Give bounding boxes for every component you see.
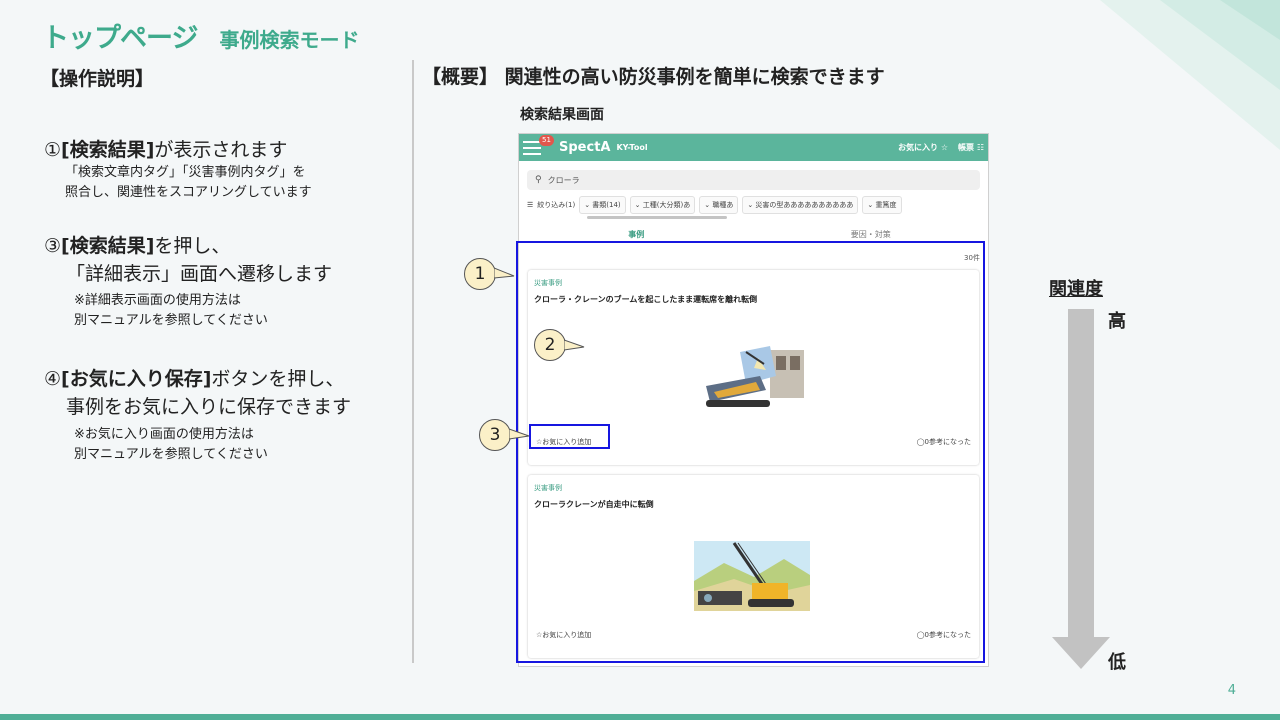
crane-tipping-illustration [694, 541, 810, 611]
menu-icon[interactable] [523, 140, 541, 155]
search-icon: ⚲ [535, 175, 542, 185]
step-1-bold: [検索結果] [61, 139, 155, 161]
step-4-note-2: 別マニュアルを参照してください [74, 447, 268, 462]
step-1-sub-1: 「検索文章内タグ」「災害事例内タグ」を [65, 165, 306, 180]
filter-icon[interactable]: ☰ [527, 201, 533, 209]
search-input[interactable]: ⚲ クローラ [527, 170, 980, 190]
filter-label[interactable]: 絞り込み(1) [537, 200, 575, 210]
callout-1-pointer [494, 267, 515, 279]
bottom-accent-bar [0, 714, 1280, 720]
operations-heading: 【操作説明】 [40, 68, 155, 90]
relevance-low: 低 [1108, 652, 1126, 673]
ledger-link[interactable]: 帳票 ☷ [958, 142, 984, 153]
step-1-number: ① [44, 139, 62, 161]
column-divider [412, 60, 414, 663]
step-3-number: ③ [44, 235, 62, 257]
notification-badge: 51 [539, 135, 554, 146]
favorites-link[interactable]: お気に入り ☆ [898, 142, 948, 153]
callout-1: 1 [464, 258, 496, 290]
step-4-number: ④ [44, 368, 62, 390]
step-4-line-1: ④[お気に入り保存]ボタンを押し、 [44, 367, 351, 392]
step-3-note-2: 別マニュアルを参照してください [74, 313, 268, 328]
filter-bar: ☰ 絞り込み(1) ⌄ 書類(14) ⌄ 工種(大分類)あ ⌄ 職種あ ⌄ 災害… [527, 196, 980, 214]
search-value: クローラ [547, 175, 580, 185]
result-screen-label: 検索結果画面 [520, 107, 604, 123]
filter-chip-occupation[interactable]: ⌄ 職種あ [699, 196, 739, 214]
crane-overturn-illustration [700, 346, 806, 410]
callout-3: 3 [479, 419, 511, 451]
slide-title: トップページ 事例検索モード [42, 16, 359, 55]
filter-chip-documents[interactable]: ⌄ 書類(14) [579, 196, 626, 214]
header-actions: お気に入り ☆ 帳票 ☷ [898, 142, 984, 153]
filter-chip-work-type[interactable]: ⌄ 工種(大分類)あ [629, 196, 696, 214]
app-brand: SpectA [559, 140, 611, 155]
step-3-line-1: ③[検索結果]を押し、 [44, 234, 332, 259]
overview-heading: 【概要】 関連性の高い防災事例を簡単に検索できます [422, 66, 885, 88]
callout-2: 2 [534, 329, 566, 361]
step-4-line-2: 事例をお気に入りに保存できます [66, 396, 352, 418]
page-number: 4 [1227, 683, 1236, 698]
app-header: 51 SpectA KY-Tool お気に入り ☆ 帳票 ☷ [519, 134, 988, 161]
step-3-line-2: 「詳細表示」画面へ遷移します [66, 263, 333, 285]
card-helpful-button[interactable]: ◯0参考になった [917, 437, 971, 447]
step-4-text: ボタンを押し、 [211, 368, 345, 390]
relevance-label: 関連度 [1049, 279, 1103, 300]
card-category: 災害事例 [534, 484, 562, 492]
step-4-bold: [お気に入り保存] [61, 368, 212, 390]
step-3-note-1: ※詳細表示画面の使用方法は [74, 293, 241, 308]
card-favorite-button[interactable]: ☆お気に入り追加 [536, 630, 591, 640]
callout-2-pointer [564, 339, 585, 351]
result-count: 30件 [964, 254, 980, 262]
step-1-line: ①[検索結果]が表示されます [44, 138, 312, 163]
title-main: トップページ [42, 23, 198, 54]
step-3: ③[検索結果]を押し、 「詳細表示」画面へ遷移します ※詳細表示画面の使用方法は… [44, 234, 332, 331]
filter-scrollbar[interactable] [587, 216, 727, 219]
callout-3-pointer [509, 428, 530, 440]
favorite-highlight-box [529, 424, 610, 449]
card-helpful-button[interactable]: ◯0参考になった [917, 630, 971, 640]
step-1-text: が表示されます [154, 139, 288, 161]
relevance-arrow-icon [1052, 309, 1110, 669]
step-4: ④[お気に入り保存]ボタンを押し、 事例をお気に入りに保存できます ※お気に入り… [44, 367, 351, 465]
filter-chip-severity[interactable]: ⌄ 重篤度 [862, 196, 902, 214]
step-3-text: を押し、 [154, 235, 231, 257]
step-1: ①[検索結果]が表示されます 「検索文章内タグ」「災害事例内タグ」を 照合し、関… [44, 138, 312, 203]
step-4-note-1: ※お気に入り画面の使用方法は [74, 427, 254, 442]
result-card-2[interactable]: 災害事例 クローラクレーンが自走中に転倒 ☆お気に入り追加 ◯0参考になった [528, 475, 979, 658]
card-category: 災害事例 [534, 279, 562, 287]
app-brand-sub: KY-Tool [616, 143, 648, 152]
filter-chip-disaster-type[interactable]: ⌄ 災害の型ああああああああああ [742, 196, 859, 214]
step-1-sub-2: 照合し、関連性をスコアリングしています [65, 185, 312, 200]
relevance-high: 高 [1108, 311, 1126, 332]
card-title: クローラ・クレーンのブームを起こしたまま運転席を離れ転倒 [534, 295, 758, 304]
card-title: クローラクレーンが自走中に転倒 [534, 500, 654, 509]
step-3-bold: [検索結果] [61, 235, 155, 257]
corner-decoration [1100, 0, 1280, 150]
title-sub: 事例検索モード [219, 28, 360, 52]
